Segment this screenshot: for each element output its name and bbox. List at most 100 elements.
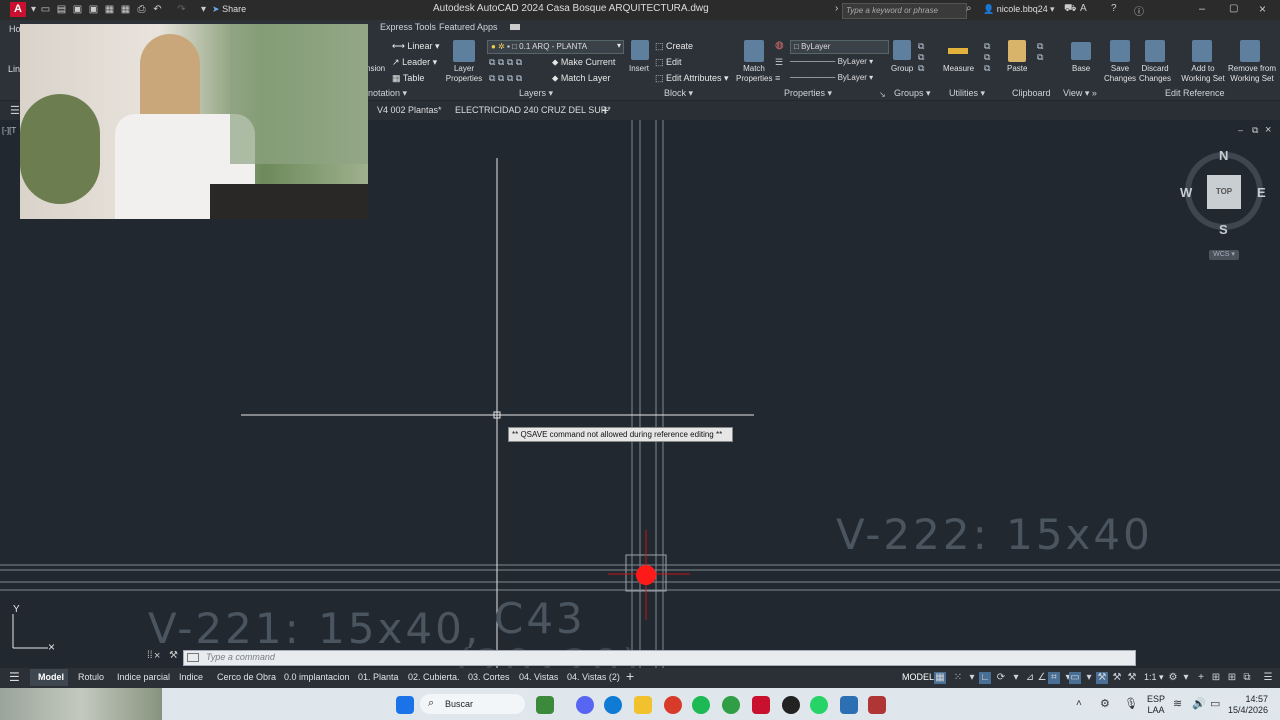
create-block-button[interactable]: ⬚ Create [655, 41, 693, 52]
layout-tab-cortes[interactable]: 03. Cortes [468, 672, 510, 682]
annotation-scale-dropdown[interactable]: 1:1 ▾ [1144, 672, 1164, 683]
minimize-icon[interactable]: – [1199, 3, 1205, 15]
beam-label-right[interactable]: V-222: 15x40 [836, 510, 1153, 559]
customize-arrow-icon[interactable]: ▾ [198, 4, 209, 15]
group-tools-icons[interactable]: ⧉ ⧉ ⧉ [918, 41, 924, 74]
units-icon[interactable]: ⊞ [1210, 672, 1222, 684]
isodraft-icon[interactable]: ⊿ [1024, 672, 1036, 684]
insert-icon[interactable] [631, 40, 649, 60]
undo-icon[interactable]: ↶ [152, 4, 163, 15]
layers-panel-title[interactable]: Layers ▾ [519, 88, 553, 99]
add-working-set-button[interactable]: Add to Working Set [1179, 64, 1227, 84]
table-button[interactable]: ▦ Table [392, 73, 424, 84]
app-menu-arrow-icon[interactable]: ▾ [28, 4, 39, 15]
discord-icon[interactable] [576, 696, 594, 714]
command-input[interactable]: Type a command [183, 650, 1136, 666]
info-icon[interactable]: ⓘ [1134, 3, 1144, 18]
polar-arrow-icon[interactable]: ▾ [1010, 672, 1022, 684]
layout-tab-indice[interactable]: Indice [179, 672, 203, 682]
taskbar-trees-icon[interactable] [536, 696, 554, 714]
groups-panel-title[interactable]: Groups ▾ [894, 88, 931, 99]
lineweight-toggle-icon[interactable]: ▭ [1069, 672, 1081, 684]
leader-button[interactable]: ↗ Leader ▾ [392, 57, 437, 68]
file-tab-plantas[interactable]: V4 002 Plantas* [377, 105, 442, 115]
windows-start-icon[interactable] [396, 696, 414, 714]
object-snap-icon[interactable]: ⌗ [1048, 672, 1060, 684]
winrar-icon[interactable] [868, 696, 886, 714]
layout-tab-rotulo[interactable]: Rotulo [78, 672, 104, 682]
view-panel-title[interactable]: View ▾ » [1063, 88, 1097, 99]
layer-dropdown[interactable]: ● ✲ ▪ □ 0.1 ARQ - PLANTA [487, 40, 624, 54]
lineweight-dropdown[interactable]: ──────── ByLayer ▾ [790, 73, 884, 82]
new-file-icon[interactable]: ▭ [40, 4, 51, 15]
viewcube-top-face[interactable]: TOP [1207, 175, 1241, 209]
remove-working-set-icon[interactable] [1240, 40, 1260, 62]
base-view-icon[interactable] [1071, 42, 1091, 60]
add-working-set-icon[interactable] [1192, 40, 1212, 62]
chrome-icon[interactable] [664, 696, 682, 714]
layout-tab-vistas[interactable]: 04. Vistas [519, 672, 558, 682]
beam-label-left[interactable]: V-221: 15x40, [148, 604, 481, 653]
layout-tab-planta[interactable]: 01. Planta [358, 672, 399, 682]
grid-icon[interactable]: ▦ [934, 672, 946, 684]
save-as-icon[interactable]: ▣ [88, 4, 99, 15]
paste-button[interactable]: Paste [1007, 64, 1027, 74]
workspace-gear-icon[interactable]: ⚙ [1167, 672, 1179, 684]
paste-icon[interactable] [1008, 40, 1026, 62]
layer-properties-button[interactable]: Layer Properties [443, 64, 485, 84]
clock[interactable]: 14:57 15/4/2026 [1228, 694, 1268, 716]
match-layer-button[interactable]: ⬥ Match Layer [552, 73, 610, 84]
make-current-button[interactable]: ⬥ Make Current [552, 57, 615, 68]
properties-panel-title[interactable]: Properties ▾ [784, 88, 832, 99]
save-changes-icon[interactable] [1110, 40, 1130, 62]
file-tab-electricidad[interactable]: ELECTRICIDAD 240 CRUZ DEL SUR* [455, 105, 611, 115]
group-icon[interactable] [893, 40, 911, 60]
utilities-panel-title[interactable]: Utilities ▾ [949, 88, 985, 99]
auto-scale-icon[interactable]: ⚒ [1111, 672, 1123, 684]
color-dropdown[interactable]: □ ByLayer [790, 40, 889, 54]
file-explorer-icon[interactable] [634, 696, 652, 714]
dimension-button[interactable]: nsion [366, 64, 385, 74]
layer-tool-icons-row2[interactable]: ⧉ ⧉ ⧉ ⧉ [489, 73, 522, 84]
web-open-icon[interactable]: ▦ [104, 4, 115, 15]
selection-cycling-icon[interactable]: ▾ [1083, 672, 1095, 684]
taskbar-search-box[interactable]: ⌕ Buscar [420, 694, 525, 714]
battery-icon[interactable]: ▭ [1210, 697, 1220, 710]
save-changes-button[interactable]: Save Changes [1104, 64, 1136, 84]
save-icon[interactable]: ▣ [72, 4, 83, 15]
command-close-icon[interactable]: × [154, 650, 160, 662]
tab-home[interactable]: Ho [9, 24, 21, 34]
tab-express-tools[interactable]: Express Tools [380, 22, 436, 32]
open-file-icon[interactable]: ▤ [56, 4, 67, 15]
microphone-icon[interactable]: 🎙 [1124, 697, 1138, 710]
compass-north[interactable]: N [1219, 148, 1228, 163]
clipboard-panel-title[interactable]: Clipboard [1012, 88, 1051, 98]
whatsapp-icon[interactable] [810, 696, 828, 714]
ribbon-toggle-icon[interactable] [510, 24, 520, 30]
discard-changes-icon[interactable] [1145, 40, 1165, 62]
linear-dim-button[interactable]: ⟷ Linear ▾ [392, 41, 439, 52]
measure-icon[interactable] [948, 48, 968, 54]
tray-chevron-icon[interactable]: ˄ [1076, 698, 1082, 709]
wifi-icon[interactable]: ≋ [1173, 697, 1182, 710]
clipboard-tools-icons[interactable]: ⧉ ⧉ [1037, 41, 1043, 63]
new-layout-plus-icon[interactable]: + [626, 668, 634, 684]
layout-tab-cerco[interactable]: Cerco de Obra [217, 672, 276, 682]
annotation-visibility-icon[interactable]: ⚒ [1096, 672, 1108, 684]
tab-featured-apps[interactable]: Featured Apps [439, 22, 498, 32]
group-button[interactable]: Group [891, 64, 913, 74]
annotation-monitor-icon[interactable]: + [1195, 672, 1207, 684]
volume-icon[interactable]: 🔊 [1192, 697, 1206, 710]
utility-tools-icons[interactable]: ⧉ ⧉ ⧉ [984, 41, 990, 74]
chrome-profile-icon[interactable] [722, 696, 740, 714]
user-account[interactable]: 👤 nicole.bbq24 [983, 4, 1048, 15]
layout-tab-indice-parcial[interactable]: Indice parcial [117, 672, 170, 682]
command-drag-handle[interactable]: ⁞⁞ [147, 650, 153, 661]
new-tab-plus-icon[interactable]: + [601, 102, 609, 118]
edit-attributes-button[interactable]: ⬚ Edit Attributes ▾ [655, 73, 729, 84]
redo-icon[interactable]: ↷ [176, 4, 187, 15]
layout-tab-implantacion[interactable]: 0.0 implantacion [284, 672, 350, 682]
autocad-taskbar-icon[interactable] [752, 696, 770, 714]
compass-south[interactable]: S [1219, 222, 1228, 237]
web-save-icon[interactable]: ▦ [120, 4, 131, 15]
